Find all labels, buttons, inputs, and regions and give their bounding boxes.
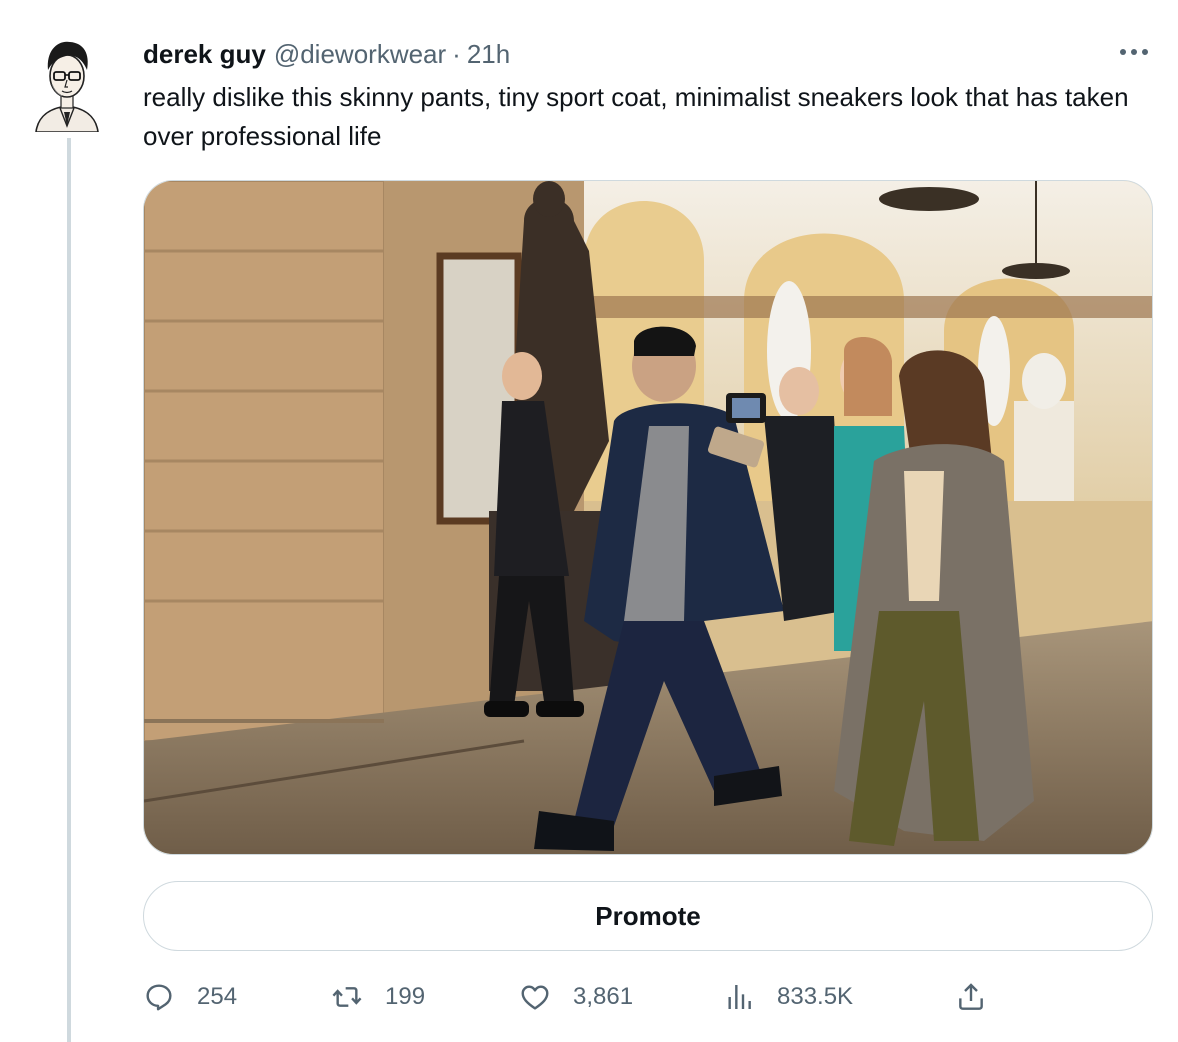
more-options-button[interactable] xyxy=(1112,38,1156,66)
tweet-actions: 254 199 3,861 833.5K xyxy=(143,975,1153,1019)
reply-button[interactable]: 254 xyxy=(143,975,237,1019)
share-icon xyxy=(959,983,983,1010)
analytics-button[interactable]: 833.5K xyxy=(723,975,853,1019)
analytics-icon xyxy=(728,985,751,1009)
promote-button[interactable]: Promote xyxy=(143,881,1153,951)
heart-icon xyxy=(521,985,549,1010)
thread-line xyxy=(67,138,71,1042)
author-name[interactable]: derek guy xyxy=(143,39,266,70)
view-count: 833.5K xyxy=(777,983,854,1010)
tweet-photo[interactable] xyxy=(143,180,1153,855)
reply-icon xyxy=(146,984,172,1011)
header-separator: · xyxy=(452,38,461,69)
retweet-button[interactable]: 199 xyxy=(331,975,425,1019)
reply-count: 254 xyxy=(197,983,238,1010)
author-handle[interactable]: @dieworkwear xyxy=(274,39,446,70)
retweet-icon xyxy=(332,987,362,1007)
tweet-text: really dislike this skinny pants, tiny s… xyxy=(143,82,1129,151)
more-icon xyxy=(1120,49,1148,55)
avatar[interactable] xyxy=(30,36,104,133)
photo-icon xyxy=(144,181,1152,854)
retweet-count: 199 xyxy=(385,983,426,1010)
like-button[interactable]: 3,861 xyxy=(519,975,633,1019)
like-count: 3,861 xyxy=(573,983,634,1010)
share-button[interactable] xyxy=(955,975,987,1019)
tweet-header: derek guy @dieworkwear · 21h xyxy=(143,36,510,72)
tweet-timestamp[interactable]: 21h xyxy=(467,39,510,70)
